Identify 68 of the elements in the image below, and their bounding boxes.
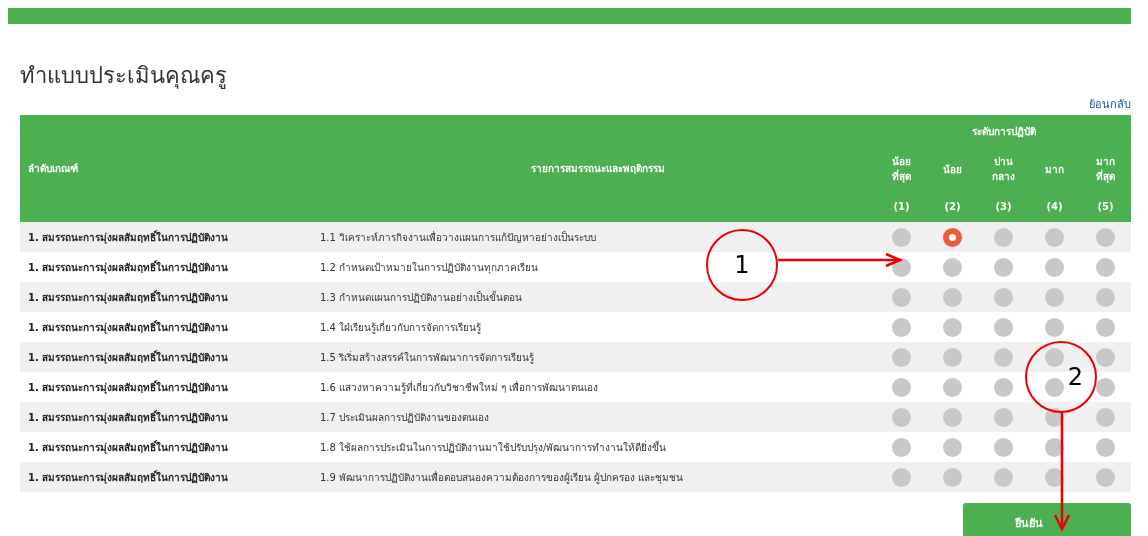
radio-button[interactable] [994, 437, 1013, 457]
radio-button[interactable] [892, 437, 911, 457]
radio-button[interactable] [1096, 347, 1115, 367]
item-cell: 1.1 วิเคราะห์ภารกิจงานเพื่อวางแผนการแก้ปัญหาอย่างเป็นระบบ [320, 222, 876, 252]
radio-button[interactable] [892, 287, 911, 307]
radio-button[interactable] [1096, 317, 1115, 337]
radio-button[interactable] [994, 257, 1013, 277]
radio-button[interactable] [1045, 287, 1064, 307]
radio-button[interactable] [1096, 407, 1115, 427]
radio-button[interactable] [892, 377, 911, 397]
radio-button[interactable] [994, 467, 1013, 487]
radio-button[interactable] [994, 377, 1013, 397]
criterion-cell: 1. สมรรถนะการมุ่งผลสัมฤทธิ์ในการปฏิบัติงาน [20, 282, 320, 312]
level-number: (5) [1080, 191, 1131, 222]
column-header: ลำดับเกณฑ์ [20, 115, 320, 222]
level-number: (4) [1029, 191, 1080, 222]
radio-button[interactable] [994, 347, 1013, 367]
callout-marker: 1 [706, 229, 778, 301]
criterion-cell: 1. สมรรถนะการมุ่งผลสัมฤทธิ์ในการปฏิบัติงาน [20, 462, 320, 492]
item-cell: 1.5 ริเริ่มสร้างสรรค์ในการพัฒนาการจัดการเรียนรู้ [320, 342, 876, 372]
radio-button[interactable] [892, 347, 911, 367]
level-header: ปาน กลาง [978, 147, 1029, 191]
radio-button[interactable] [892, 407, 911, 427]
radio-button[interactable] [994, 407, 1013, 427]
radio-button[interactable] [1096, 467, 1115, 487]
radio-button[interactable] [1096, 377, 1115, 397]
radio-button[interactable] [994, 287, 1013, 307]
radio-button[interactable] [1096, 437, 1115, 457]
criterion-cell: 1. สมรรถนะการมุ่งผลสัมฤทธิ์ในการปฏิบัติงาน [20, 342, 320, 372]
radio-button[interactable] [994, 317, 1013, 337]
callout-marker: 2 [1025, 341, 1097, 413]
radio-button[interactable] [943, 377, 962, 397]
level-header: มาก [1029, 147, 1080, 191]
level-header: น้อย [927, 147, 978, 191]
criterion-cell: 1. สมรรถนะการมุ่งผลสัมฤทธิ์ในการปฏิบัติงาน [20, 222, 320, 252]
radio-button[interactable] [943, 287, 962, 307]
item-cell: 1.7 ประเมินผลการปฏิบัติงานของตนเอง [320, 402, 876, 432]
level-number: (3) [978, 191, 1029, 222]
radio-button[interactable] [1096, 227, 1115, 247]
radio-button[interactable] [892, 467, 911, 487]
radio-button[interactable] [1045, 317, 1064, 337]
radio-button[interactable] [1096, 287, 1115, 307]
radio-button[interactable] [943, 257, 962, 277]
column-header: รายการสมรรถนะและพฤติกรรม [320, 115, 876, 222]
level-header: น้อย ที่สุด [876, 147, 927, 191]
item-cell: 1.9 พัฒนาการปฏิบัติงานเพื่อตอบสนองความต้องการของผู้เรียน ผู้ปกครอง และชุมชน [320, 462, 876, 492]
level-number: (1) [876, 191, 927, 222]
radio-button[interactable] [1045, 377, 1064, 397]
radio-button[interactable] [892, 227, 911, 247]
criterion-cell: 1. สมรรถนะการมุ่งผลสัมฤทธิ์ในการปฏิบัติงาน [20, 402, 320, 432]
radio-button[interactable] [1045, 257, 1064, 277]
radio-button[interactable] [943, 467, 962, 487]
radio-button[interactable] [943, 317, 962, 337]
level-header: มาก ที่สุด [1080, 147, 1131, 191]
radio-button[interactable] [1045, 347, 1064, 367]
radio-button[interactable] [943, 227, 962, 247]
radio-button[interactable] [1096, 257, 1115, 277]
radio-button[interactable] [994, 227, 1013, 247]
radio-button[interactable] [943, 407, 962, 427]
page-title: ทำแบบประเมินคุณครู [20, 62, 228, 91]
column-group-header: ระดับการปฏิบัติ [876, 115, 1131, 147]
back-link[interactable]: ย้อนกลับ [1089, 95, 1131, 113]
level-number: (2) [927, 191, 978, 222]
item-cell: 1.3 กำหนดแผนการปฏิบัติงานอย่างเป็นขั้นตอน [320, 282, 876, 312]
radio-button[interactable] [1045, 227, 1064, 247]
radio-button[interactable] [943, 347, 962, 367]
radio-button[interactable] [943, 437, 962, 457]
radio-button[interactable] [892, 317, 911, 337]
